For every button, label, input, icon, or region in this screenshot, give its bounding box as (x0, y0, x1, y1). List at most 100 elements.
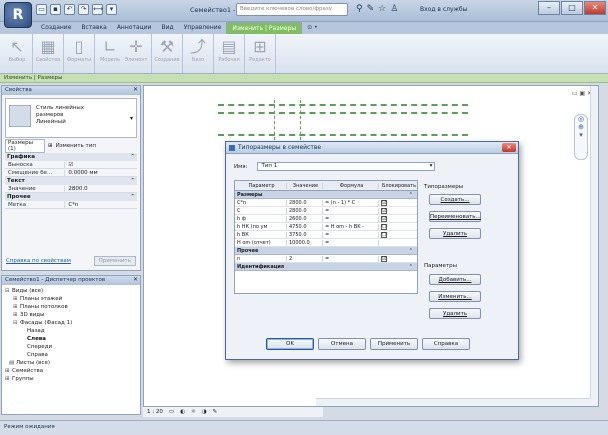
tab-extra[interactable]: ⊙ • (302, 22, 322, 34)
reference-line[interactable] (218, 104, 468, 106)
navigation-bar[interactable]: ◎ ⊕ ▾ (574, 114, 588, 160)
tree-node[interactable]: ⊞ Группы (5, 375, 137, 383)
undo-icon[interactable]: ↶ (64, 4, 75, 15)
binoculars-icon[interactable]: ⚲ (356, 4, 363, 14)
tab-modify-dimensions[interactable]: Изменить | Размеры (226, 22, 303, 34)
apply-button[interactable]: Применить (370, 338, 418, 350)
tree-node[interactable]: Слева (5, 335, 137, 343)
table-row[interactable]: h ф 2600.0 = ☑ (235, 215, 417, 223)
close-icon[interactable]: ✕ (133, 276, 138, 283)
modify-parameter-button[interactable]: Изменить... (429, 291, 481, 302)
subscription-icon[interactable]: ✎ (367, 4, 375, 14)
reference-line[interactable] (218, 112, 468, 114)
close-button[interactable]: ✕ (584, 1, 606, 15)
tab-insert[interactable]: Вставка (76, 22, 111, 34)
ok-button[interactable]: OK (266, 338, 314, 350)
reference-plane[interactable] (274, 100, 275, 140)
tree-node[interactable]: Назад (5, 327, 137, 335)
save-icon[interactable]: ▪ (50, 4, 61, 15)
star-icon[interactable]: ☆ (378, 4, 386, 14)
section-identity[interactable]: Идентификация ⌃ (235, 263, 417, 271)
tree-node[interactable]: ⊟ Фасады (Фасад 1) (5, 319, 137, 327)
delete-type-button[interactable]: Удалить (429, 228, 481, 239)
zoom-icon[interactable]: ⊕ (575, 123, 587, 131)
group-header-graphics[interactable]: Графика ⌃ (5, 153, 137, 161)
ribbon-button-datum[interactable]: ⤴ Базо (185, 34, 211, 73)
section-other[interactable]: Прочее ⌃ (235, 247, 417, 255)
tree-node[interactable]: ▤ Листы (все) (5, 359, 137, 367)
table-row[interactable]: C*n 2800.0 = (n - 1) * C ☑ (235, 199, 417, 207)
section-dimensions[interactable]: Размеры ⌃ (235, 191, 417, 199)
group-header-other[interactable]: Прочее ⌃ (5, 193, 137, 201)
tab-manage[interactable]: Управление (179, 22, 227, 34)
type-name-dropdown[interactable]: Тип 1 ▾ (257, 162, 436, 171)
detail-level-icon[interactable]: ▭ (169, 409, 174, 415)
group-header-text[interactable]: Текст ⌃ (5, 177, 137, 185)
view-scale[interactable]: 1 : 20 (147, 409, 163, 415)
properties-help-link[interactable]: Справка по свойствам (6, 258, 71, 264)
steering-wheel-icon[interactable]: ◎ (575, 115, 587, 123)
sun-path-icon[interactable]: ☼ (191, 409, 196, 415)
minimize-button[interactable]: – (538, 1, 560, 15)
tree-node[interactable]: ⊞ Планы этажей (5, 295, 137, 303)
measure-icon[interactable]: ⟷ (92, 4, 103, 15)
apply-button[interactable]: Применить (93, 256, 136, 266)
lock-checkbox[interactable]: ☑ (381, 215, 387, 222)
tab-create[interactable]: Создание (36, 22, 76, 34)
vertical-scrollbar[interactable] (590, 86, 598, 406)
tab-annotate[interactable]: Аннотации (112, 22, 157, 34)
tab-view[interactable]: Вид (157, 22, 179, 34)
chevron-down-icon[interactable]: ▾ (575, 131, 587, 139)
redo-icon[interactable]: ↷ (78, 4, 89, 15)
rename-type-button[interactable]: Переименовать... (429, 211, 481, 222)
ribbon-button-editor[interactable]: ⊞ Редакто (247, 34, 273, 73)
property-row[interactable]: Выноска ☑ (5, 161, 137, 169)
ribbon-button-create[interactable]: ⚒ Создание (154, 34, 180, 73)
reference-plane[interactable] (300, 100, 301, 140)
reference-line[interactable] (218, 134, 468, 136)
table-row[interactable]: C 2800.0 = ☑ (235, 207, 417, 215)
lock-checkbox[interactable]: ☐ (381, 223, 387, 230)
table-row[interactable]: H om (отчет) 10000.0 = (235, 239, 417, 247)
horizontal-scrollbar[interactable] (316, 398, 591, 406)
viewcube-icon[interactable]: ▭ ▣ ✕ (572, 90, 592, 97)
lock-checkbox[interactable]: ☑ (381, 199, 387, 206)
property-row[interactable]: Смещение бе... 0.0000 мм (5, 169, 137, 177)
tree-node[interactable]: ⊞ 3D виды (5, 311, 137, 319)
ribbon-button-select[interactable]: ↖ Выбор (4, 34, 30, 73)
ribbon-button-workplane[interactable]: ▤ Рабочая (216, 34, 242, 73)
ribbon-button-model[interactable]: ∟ Модель (97, 34, 123, 73)
tree-node[interactable]: ⊟ Виды (все) (5, 287, 137, 295)
tree-node[interactable]: ⊞ Семейства (5, 367, 137, 375)
add-parameter-button[interactable]: Добавить... (429, 274, 481, 285)
close-icon[interactable]: ✕ (133, 86, 138, 93)
user-icon[interactable]: ♙ (390, 4, 398, 14)
signin-link[interactable]: Вход в службы (420, 6, 467, 13)
cancel-button[interactable]: Отмена (318, 338, 366, 350)
search-input[interactable]: Введите ключевое слово/фразу (236, 3, 348, 16)
type-selector[interactable]: Стиль линейных размеров Линейный ▾ (5, 98, 137, 138)
ribbon-button-properties[interactable]: ▦ Свойства (35, 34, 61, 73)
temporary-hide-icon[interactable]: ✎ (213, 409, 218, 415)
maximize-button[interactable]: □ (561, 1, 583, 15)
shadows-icon[interactable]: ◑ (202, 409, 207, 415)
help-button[interactable]: Справка (422, 338, 470, 350)
new-type-button[interactable]: Создать... (429, 194, 481, 205)
ribbon-button-element[interactable]: ✛ Элемент (123, 34, 149, 73)
dialog-close-button[interactable]: ✕ (502, 143, 516, 152)
table-row[interactable]: n 2 = ☑ (235, 255, 417, 263)
edit-type-button[interactable]: Изменить тип (56, 143, 96, 149)
ribbon-button-format[interactable]: ▯ Форматы (66, 34, 92, 73)
application-menu-button[interactable]: R (4, 2, 32, 28)
open-icon[interactable]: ▭ (36, 4, 47, 15)
table-row[interactable]: h ВК 3750.0 = ☐ (235, 231, 417, 239)
lock-checkbox[interactable]: ☐ (381, 231, 387, 238)
instance-filter-dropdown[interactable]: Размеры (1) (5, 139, 45, 153)
tree-node[interactable]: Справа (5, 351, 137, 359)
property-row[interactable]: Значение 2800.0 (5, 185, 137, 193)
delete-parameter-button[interactable]: Удалить (429, 308, 481, 319)
lock-checkbox[interactable]: ☑ (381, 207, 387, 214)
tree-node[interactable]: ⊞ Планы потолков (5, 303, 137, 311)
property-row[interactable]: Метка C*n (5, 201, 137, 209)
lock-checkbox[interactable]: ☑ (381, 255, 387, 262)
